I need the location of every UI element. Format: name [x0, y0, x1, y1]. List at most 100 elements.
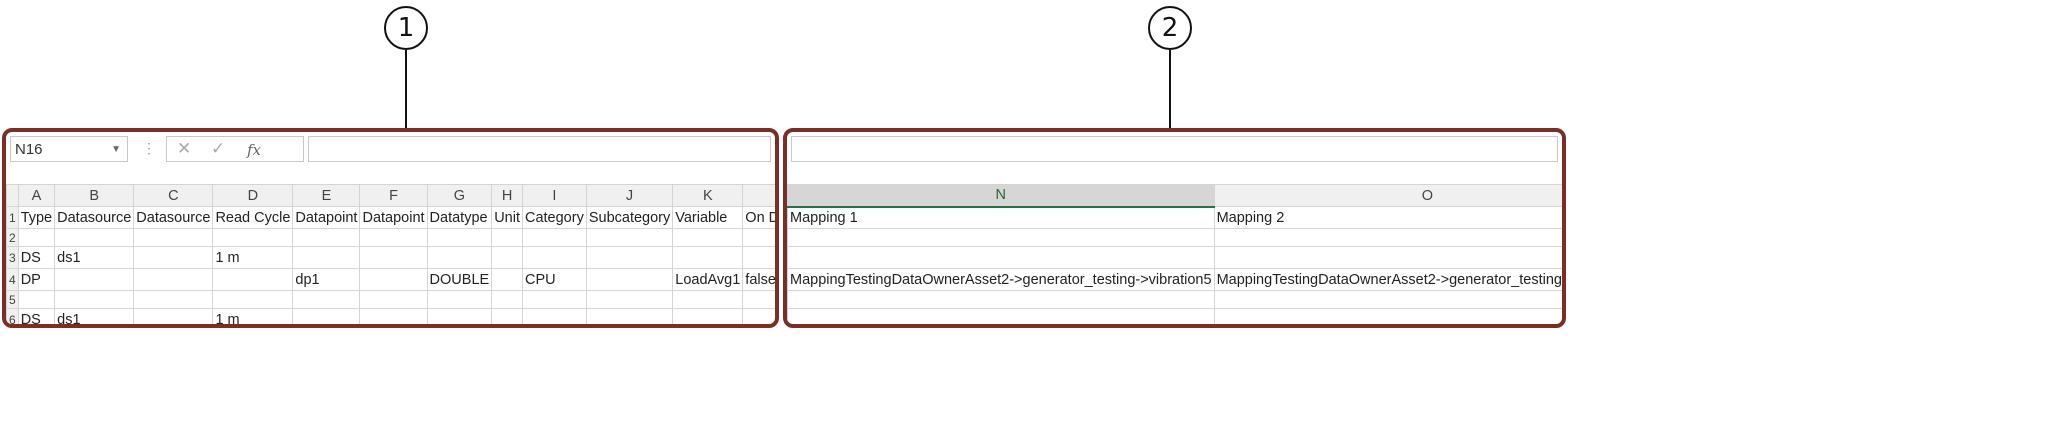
cell[interactable]: Datapoint — [292, 206, 361, 229]
column-header[interactable]: B — [54, 184, 135, 207]
cell[interactable] — [292, 228, 361, 247]
column-header[interactable]: H — [491, 184, 523, 207]
cell[interactable] — [787, 246, 1215, 269]
column-header[interactable]: E — [292, 184, 361, 207]
cell[interactable] — [787, 290, 1215, 309]
cell[interactable]: Read Cycle — [212, 206, 294, 229]
cell[interactable] — [212, 268, 294, 291]
column-header-selected[interactable]: N — [787, 184, 1215, 208]
cell[interactable]: ds1 — [54, 308, 135, 324]
cell[interactable] — [742, 228, 775, 247]
row-header[interactable]: 1 — [6, 206, 19, 229]
cell[interactable] — [54, 290, 135, 309]
cell[interactable] — [133, 308, 214, 324]
cell[interactable] — [54, 228, 135, 247]
cell[interactable]: Unit — [491, 206, 523, 229]
cell[interactable] — [787, 228, 1215, 247]
cell[interactable]: LoadAvg1 — [672, 268, 744, 291]
formula-input[interactable] — [308, 136, 771, 162]
cell[interactable]: Variable — [672, 206, 744, 229]
cell[interactable] — [359, 308, 428, 324]
cell[interactable] — [1213, 228, 1562, 247]
cell[interactable]: Type — [17, 206, 56, 229]
cell[interactable]: DOUBLE — [426, 268, 493, 291]
cell[interactable] — [672, 228, 744, 247]
cell[interactable] — [133, 268, 214, 291]
cell[interactable] — [426, 228, 493, 247]
column-header[interactable]: C — [133, 184, 214, 207]
chevron-down-icon[interactable]: ▼ — [111, 137, 121, 163]
column-header[interactable]: D — [212, 184, 294, 207]
cell[interactable] — [54, 268, 135, 291]
column-header[interactable]: O — [1213, 184, 1562, 207]
cell[interactable] — [491, 308, 523, 324]
cell[interactable] — [585, 308, 674, 324]
cell[interactable] — [292, 308, 361, 324]
cell[interactable] — [212, 228, 294, 247]
formula-input-continued[interactable] — [791, 136, 1558, 162]
cell[interactable]: Datatype — [426, 206, 493, 229]
cell[interactable] — [585, 246, 674, 269]
cell[interactable]: DP — [17, 268, 56, 291]
cell[interactable] — [426, 290, 493, 309]
cell[interactable]: Mapping 2 — [1213, 206, 1562, 229]
cell[interactable]: DS — [17, 246, 56, 269]
cell[interactable]: false — [742, 268, 775, 291]
cell[interactable] — [521, 228, 587, 247]
cell[interactable]: On Data Change — [742, 206, 775, 229]
cell[interactable] — [585, 268, 674, 291]
cell[interactable] — [212, 290, 294, 309]
cell[interactable] — [292, 246, 361, 269]
cell[interactable] — [292, 290, 361, 309]
cell[interactable]: ds1 — [54, 246, 135, 269]
row-header[interactable]: 5 — [6, 290, 19, 309]
cell[interactable] — [491, 246, 523, 269]
column-header[interactable]: J — [585, 184, 674, 207]
cell[interactable] — [17, 290, 56, 309]
cell[interactable] — [491, 268, 523, 291]
cell[interactable] — [359, 246, 428, 269]
cell[interactable]: 1 m — [212, 246, 294, 269]
cell[interactable]: 1 m — [212, 308, 294, 324]
cell[interactable] — [521, 308, 587, 324]
column-header[interactable]: F — [359, 184, 428, 207]
cell[interactable]: dp1 — [292, 268, 361, 291]
column-header[interactable]: L — [742, 184, 775, 207]
cell[interactable] — [742, 290, 775, 309]
cell[interactable]: DS — [17, 308, 56, 324]
cell[interactable] — [521, 290, 587, 309]
insert-function-icon[interactable]: fx — [247, 141, 261, 159]
column-header[interactable]: I — [521, 184, 587, 207]
cell[interactable] — [359, 290, 428, 309]
cell[interactable]: Datapoint — [359, 206, 428, 229]
cell[interactable]: Category — [521, 206, 587, 229]
cell[interactable] — [359, 268, 428, 291]
name-box[interactable]: N16 ▼ — [10, 136, 128, 162]
cell[interactable] — [491, 290, 523, 309]
cell[interactable] — [426, 308, 493, 324]
cell[interactable] — [426, 246, 493, 269]
cell[interactable] — [672, 308, 744, 324]
cell[interactable]: Mapping 1 — [787, 206, 1215, 229]
cell[interactable]: Datasource — [133, 206, 214, 229]
cell[interactable]: MappingTestingDataOwnerAsset2->generator… — [787, 268, 1215, 291]
cell[interactable] — [585, 290, 674, 309]
cell[interactable] — [491, 228, 523, 247]
cell[interactable] — [359, 228, 428, 247]
cell[interactable]: CPU — [521, 268, 587, 291]
select-all-corner[interactable] — [6, 184, 19, 207]
cell[interactable] — [1213, 290, 1562, 309]
cell[interactable] — [521, 246, 587, 269]
column-header[interactable]: A — [17, 184, 56, 207]
row-header[interactable]: 2 — [6, 228, 19, 247]
row-header[interactable]: 3 — [6, 246, 19, 269]
cell[interactable] — [787, 308, 1215, 324]
cell[interactable] — [1213, 246, 1562, 269]
enter-check-icon[interactable]: ✓ — [211, 139, 225, 159]
row-header[interactable]: 6 — [6, 308, 19, 324]
cell[interactable] — [17, 228, 56, 247]
cell[interactable] — [133, 228, 214, 247]
cell[interactable] — [672, 290, 744, 309]
cell[interactable]: Subcategory — [585, 206, 674, 229]
row-header[interactable]: 4 — [6, 268, 19, 291]
